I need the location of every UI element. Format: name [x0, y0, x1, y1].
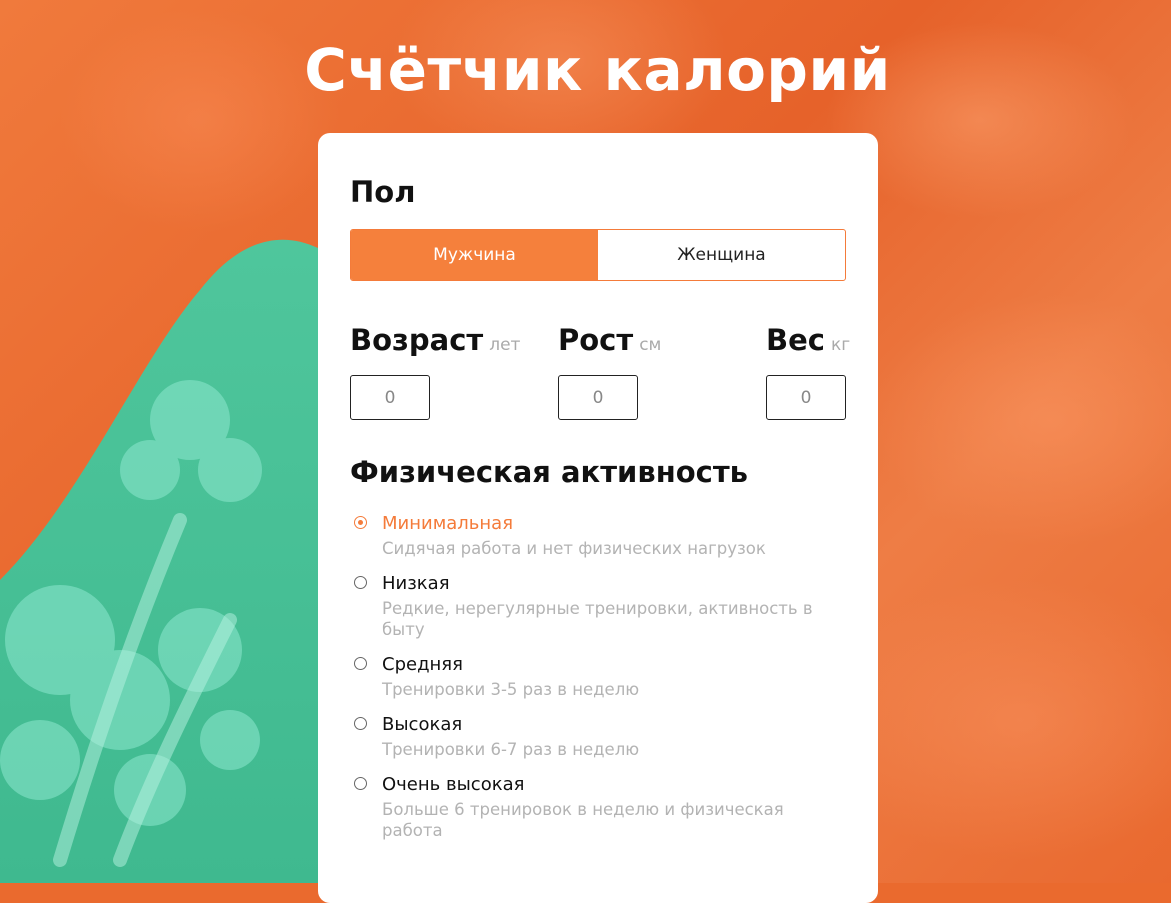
radio-button[interactable] [354, 657, 367, 670]
activity-option-name: Средняя [382, 654, 463, 675]
activity-option-low[interactable]: Низкая Редкие, нерегулярные тренировки, … [354, 573, 824, 640]
gender-male-button[interactable]: Мужчина [351, 230, 598, 280]
height-field-group: Рост см 0 [558, 323, 662, 420]
activity-heading: Физическая активность [350, 455, 749, 489]
activity-option-name: Высокая [382, 714, 463, 735]
gender-heading: Пол [350, 175, 416, 209]
activity-option-name: Минимальная [382, 513, 514, 534]
gender-female-button[interactable]: Женщина [598, 230, 845, 280]
weight-label: Вес [766, 323, 825, 357]
activity-option-desc: Тренировки 3-5 раз в неделю [382, 680, 640, 699]
page-title: Счётчик калорий [304, 36, 891, 104]
activity-option-name: Низкая [382, 573, 450, 594]
radio-button[interactable] [354, 717, 367, 730]
weight-unit: кг [830, 335, 851, 355]
activity-option-very-high[interactable]: Очень высокая Больше 6 тренировок в неде… [354, 774, 824, 841]
height-input[interactable]: 0 [558, 375, 638, 420]
activity-option-desc: Сидячая работа и нет физических нагрузок [382, 539, 766, 558]
weight-field-group: Вес кг 0 [766, 323, 851, 420]
activity-option-high[interactable]: Высокая Тренировки 6-7 раз в неделю [354, 714, 824, 760]
height-unit: см [639, 335, 662, 355]
activity-option-desc: Редкие, нерегулярные тренировки, активно… [382, 599, 813, 639]
age-label: Возраст [350, 323, 484, 357]
weight-input[interactable]: 0 [766, 375, 846, 420]
activity-option-desc: Больше 6 тренировок в неделю и физическа… [382, 800, 784, 840]
calculator-card: Пол Мужчина Женщина Возраст лет 0 Рост с… [318, 133, 878, 903]
age-unit: лет [489, 335, 521, 355]
radio-button[interactable] [354, 576, 367, 589]
activity-option-desc: Тренировки 6-7 раз в неделю [382, 740, 640, 759]
activity-options: Минимальная Сидячая работа и нет физичес… [354, 513, 824, 855]
age-field-group: Возраст лет 0 [350, 323, 521, 420]
gender-toggle: Мужчина Женщина [350, 229, 846, 281]
activity-option-minimal[interactable]: Минимальная Сидячая работа и нет физичес… [354, 513, 824, 559]
height-label: Рост [558, 323, 634, 357]
age-input[interactable]: 0 [350, 375, 430, 420]
radio-button-selected[interactable] [354, 516, 367, 529]
radio-button[interactable] [354, 777, 367, 790]
activity-option-medium[interactable]: Средняя Тренировки 3-5 раз в неделю [354, 654, 824, 700]
activity-option-name: Очень высокая [382, 774, 525, 795]
